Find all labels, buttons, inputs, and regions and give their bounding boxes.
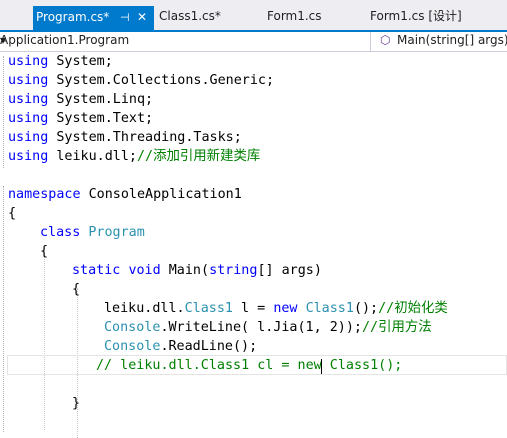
indent-guide <box>44 250 45 430</box>
tab-label: Class1.cs* <box>159 9 221 23</box>
code-line: using System.Text; <box>8 111 154 126</box>
outline-guide <box>3 186 4 432</box>
code-line: Console.ReadLine(); <box>104 339 258 354</box>
tab-label: Form1.cs <box>267 9 322 23</box>
code-line: using System.Collections.Generic; <box>8 73 275 88</box>
code-line: } <box>72 396 81 411</box>
code-line: using System; <box>8 54 113 69</box>
code-line: using System.Linq; <box>8 92 154 107</box>
code-line: { <box>8 206 17 221</box>
tab-label: Form1.cs [设计] <box>370 9 462 23</box>
navigation-bar: Application1.Program ▾ ⬡ Main(string[] a… <box>0 32 507 52</box>
tab-class1-cs[interactable]: Class1.cs* <box>159 6 221 26</box>
code-line: leiku.dll.Class1 l = new Class1();//初始化类 <box>104 301 448 316</box>
code-editor[interactable]: using System; using System.Collections.G… <box>0 52 507 438</box>
chevron-down-icon: ▾ <box>0 33 7 47</box>
code-line: Console.WriteLine( l.Jia(1, 2));//引用方法 <box>104 320 432 335</box>
tab-program-cs[interactable]: Program.cs* ⊣ ✕ <box>33 6 154 30</box>
document-tab-strip: Program.cs* ⊣ ✕ Class1.cs* Form1.cs Form… <box>0 0 507 30</box>
method-icon: ⬡ <box>380 33 391 47</box>
code-line: // leiku.dll.Class1 cl = new Class1(); <box>96 358 403 373</box>
type-dropdown[interactable]: Application1.Program ▾ <box>0 32 371 51</box>
code-line: static void Main(string[] args) <box>72 263 322 278</box>
tab-form1-cs[interactable]: Form1.cs <box>267 6 322 26</box>
tab-label: Program.cs* <box>36 10 110 24</box>
member-dropdown-value: Main(string[] args) <box>397 33 507 47</box>
outline-guide <box>3 56 4 168</box>
tab-form1-design[interactable]: Form1.cs [设计] <box>370 6 462 26</box>
member-dropdown[interactable]: ⬡ Main(string[] args) <box>378 32 507 51</box>
code-line: { <box>40 244 49 259</box>
close-icon[interactable]: ✕ <box>137 6 147 29</box>
code-line: class Program <box>40 225 145 240</box>
code-line: using leiku.dll;//添加引用新建类库 <box>8 149 261 164</box>
code-line: namespace ConsoleApplication1 <box>8 187 242 202</box>
text-caret <box>321 359 322 374</box>
code-line: { <box>72 282 81 297</box>
type-dropdown-value: Application1.Program <box>0 33 130 47</box>
code-line: using System.Threading.Tasks; <box>8 130 242 145</box>
pin-icon[interactable]: ⊣ <box>120 6 130 29</box>
